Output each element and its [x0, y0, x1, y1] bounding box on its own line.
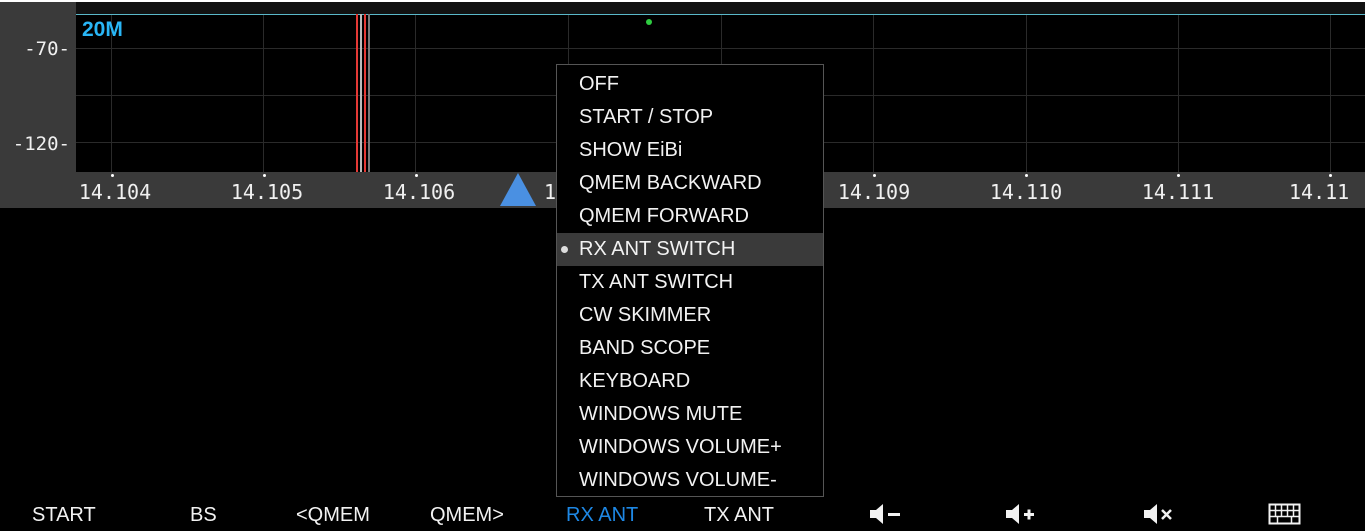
menu-item-tx-ant-switch[interactable]: TX ANT SWITCH: [557, 266, 823, 299]
tick-dot: [111, 174, 114, 177]
rx-ant-button[interactable]: RX ANT: [566, 504, 638, 527]
menu-item-label: KEYBOARD: [579, 370, 691, 392]
menu-item-label: WINDOWS MUTE: [579, 403, 743, 425]
signal-marker: [364, 14, 366, 172]
signal-marker: [368, 14, 370, 172]
menu-item-rx-ant-switch[interactable]: RX ANT SWITCH: [557, 233, 823, 266]
menu-item-label: QMEM BACKWARD: [579, 172, 762, 194]
menu-item-band-scope[interactable]: BAND SCOPE: [557, 332, 823, 365]
grid-line: [1178, 15, 1179, 173]
menu-item-qmem-backward[interactable]: QMEM BACKWARD: [557, 167, 823, 200]
x-tick-label: 14.104: [78, 180, 152, 204]
grid-line: [415, 15, 416, 173]
keyboard-icon[interactable]: [1268, 502, 1302, 531]
band-label: 20M: [82, 18, 123, 41]
menu-item-windows-mute[interactable]: WINDOWS MUTE: [557, 398, 823, 431]
menu-item-keyboard[interactable]: KEYBOARD: [557, 365, 823, 398]
x-tick-label: 14.110: [989, 180, 1063, 204]
x-tick-label: 14.111: [1141, 180, 1215, 204]
grid-line: [1330, 15, 1331, 173]
menu-item-label: WINDOWS VOLUME+: [579, 436, 782, 458]
grid-line: [1026, 15, 1027, 173]
menu-item-cw-skimmer[interactable]: CW SKIMMER: [557, 299, 823, 332]
x-tick-label: 14.11: [1289, 180, 1350, 204]
vfo-marker-icon[interactable]: [500, 173, 536, 206]
tick-dot: [415, 174, 418, 177]
tick-dot: [263, 174, 266, 177]
x-tick-label: 14.109: [837, 180, 911, 204]
menu-item-windows-volume-up[interactable]: WINDOWS VOLUME+: [557, 431, 823, 464]
selected-bullet-icon: [561, 246, 568, 253]
menu-item-label: TX ANT SWITCH: [579, 271, 734, 293]
tick-dot: [873, 174, 876, 177]
signal-marker: [356, 14, 358, 172]
tick-dot: [1177, 174, 1180, 177]
y-tick-label: -120-: [12, 133, 70, 155]
tick-dot: [1329, 174, 1332, 177]
menu-item-show-eibi[interactable]: SHOW EiBi: [557, 134, 823, 167]
start-button[interactable]: START: [32, 504, 96, 527]
function-assign-menu: OFF START / STOP SHOW EiBi QMEM BACKWARD…: [556, 64, 824, 497]
menu-item-label: BAND SCOPE: [579, 337, 711, 359]
volume-mute-icon[interactable]: [1142, 502, 1176, 531]
menu-item-label: SHOW EiBi: [579, 139, 683, 161]
menu-item-off[interactable]: OFF: [557, 68, 823, 101]
y-tick-label: -70-: [24, 38, 70, 60]
menu-item-label: RX ANT SWITCH: [579, 238, 736, 260]
menu-item-windows-volume-down[interactable]: WINDOWS VOLUME-: [557, 464, 823, 497]
x-tick-label: 14.106: [382, 180, 456, 204]
menu-item-label: WINDOWS VOLUME-: [579, 469, 777, 491]
tick-dot: [1025, 174, 1028, 177]
qmem-forward-button[interactable]: QMEM>: [430, 504, 504, 527]
grid-line: [873, 15, 874, 173]
grid-line: [263, 15, 264, 173]
x-tick-label: 14.105: [230, 180, 304, 204]
status-dot: [646, 19, 652, 25]
signal-marker: [360, 14, 362, 172]
menu-item-label: OFF: [579, 73, 619, 95]
function-key-bar: START BS <QMEM QMEM> RX ANT TX ANT: [0, 498, 1365, 531]
y-axis: -70- -120-: [0, 2, 76, 172]
menu-item-qmem-forward[interactable]: QMEM FORWARD: [557, 200, 823, 233]
volume-up-icon[interactable]: [1004, 502, 1038, 531]
menu-item-start-stop[interactable]: START / STOP: [557, 101, 823, 134]
menu-item-label: START / STOP: [579, 106, 714, 128]
bs-button[interactable]: BS: [190, 504, 217, 527]
qmem-back-button[interactable]: <QMEM: [296, 504, 370, 527]
tx-ant-button[interactable]: TX ANT: [704, 504, 774, 527]
volume-down-icon[interactable]: [868, 502, 902, 531]
menu-item-label: QMEM FORWARD: [579, 205, 749, 227]
grid-line: [76, 48, 1365, 49]
menu-item-label: CW SKIMMER: [579, 304, 712, 326]
